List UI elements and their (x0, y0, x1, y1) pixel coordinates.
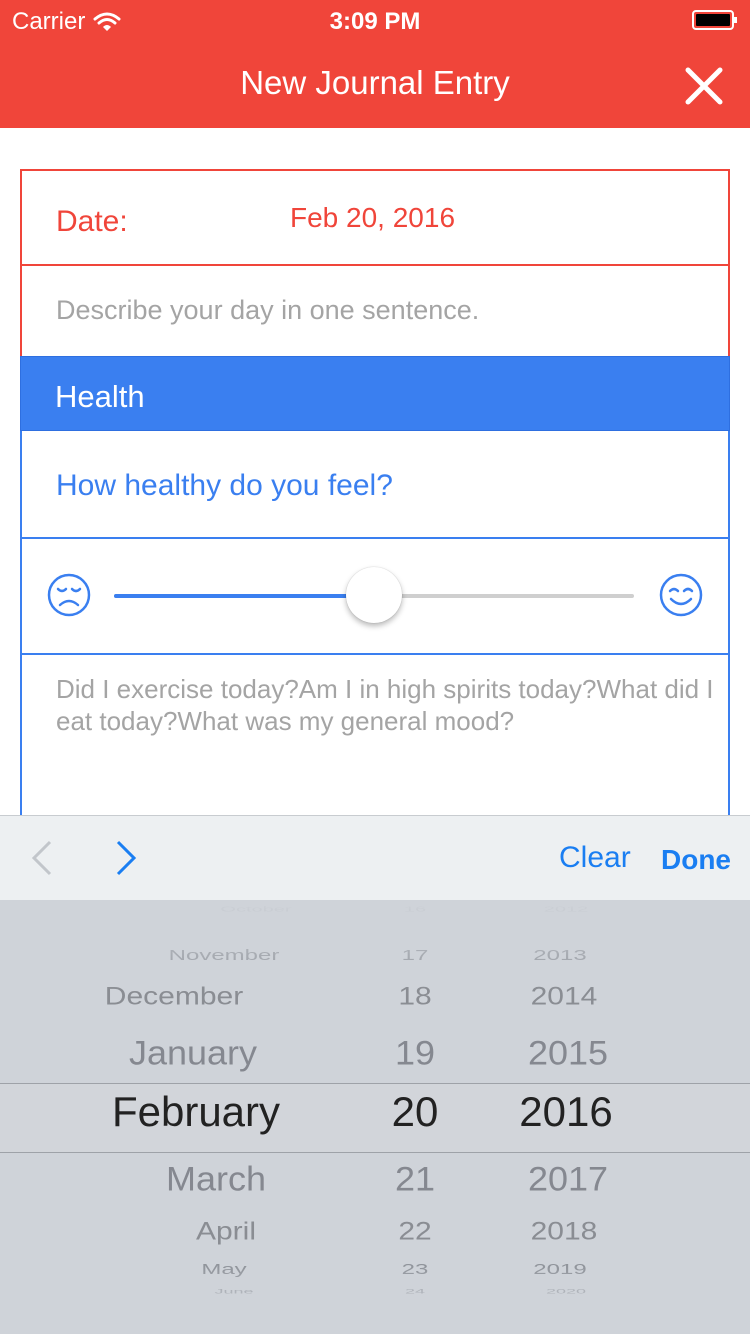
page-title: New Journal Entry (240, 64, 510, 101)
clear-button[interactable]: Clear (559, 841, 631, 875)
status-time: 3:09 PM (329, 8, 421, 35)
sentence-row: Describe your day in one sentence. (20, 264, 730, 358)
chevron-left-icon[interactable] (28, 838, 56, 878)
picker-year-option[interactable]: 2015 (418, 1033, 718, 1073)
picker-fade-bottom (0, 1264, 750, 1334)
input-accessory-toolbar: Clear Done (0, 815, 750, 901)
date-picker[interactable]: OctoberNovemberDecemberJanuaryFebruaryMa… (0, 900, 750, 1334)
happy-face-icon (659, 573, 703, 617)
notes-row: Did I exercise today?Am I in high spirit… (20, 655, 730, 835)
day-sentence-input[interactable]: Describe your day in one sentence. (56, 295, 479, 326)
journal-form: Date: Feb 20, 2016 Describe your day in … (20, 169, 730, 869)
date-row[interactable]: Date: Feb 20, 2016 (20, 169, 730, 266)
section-title: Health (55, 379, 145, 414)
chevron-right-icon[interactable] (112, 838, 140, 878)
health-slider-row (20, 539, 730, 655)
health-slider[interactable] (114, 567, 634, 623)
picker-fade-top (0, 900, 750, 990)
close-icon[interactable] (680, 62, 728, 110)
done-button[interactable]: Done (661, 844, 731, 876)
slider-fill (114, 594, 374, 598)
battery-icon (692, 10, 737, 30)
navigation-bar: Carrier 3:09 PM New Journal Entry (0, 0, 750, 128)
sad-face-icon (47, 573, 91, 617)
health-question-row: How healthy do you feel? (20, 431, 730, 539)
date-field[interactable]: Feb 20, 2016 (290, 202, 455, 234)
health-question: How healthy do you feel? (56, 469, 393, 502)
picker-year-option[interactable]: 2016 (416, 1088, 716, 1136)
picker-year-option[interactable]: 2017 (418, 1159, 718, 1199)
picker-year-option[interactable]: 2018 (414, 1218, 714, 1246)
health-section-header: Health (20, 356, 730, 431)
slider-thumb[interactable] (346, 567, 402, 623)
notes-input[interactable]: Did I exercise today?Am I in high spirit… (56, 673, 726, 737)
date-label: Date: (56, 205, 128, 238)
status-bar: Carrier 3:09 PM (0, 0, 750, 40)
